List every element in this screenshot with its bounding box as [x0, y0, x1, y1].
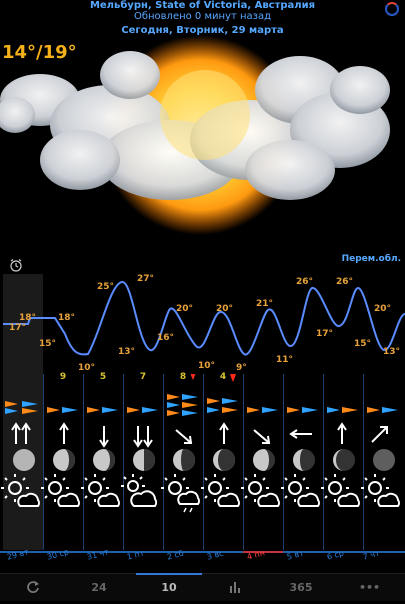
more-tab[interactable]: •••	[334, 574, 405, 601]
tab-24[interactable]: 24	[66, 574, 132, 601]
bar-chart-icon	[230, 582, 240, 593]
alert-marker-icon	[190, 374, 196, 380]
graph-label: 27°	[137, 274, 154, 284]
tab-10[interactable]: 10	[136, 574, 202, 601]
current-temperature: 14°/19°	[2, 42, 77, 63]
loading-ring-icon[interactable]	[385, 2, 399, 16]
graph-label: 13°	[118, 347, 135, 357]
alarm-clock-icon[interactable]	[9, 258, 23, 272]
active-tab-indicator	[136, 573, 202, 575]
graph-label: 13°	[383, 347, 400, 357]
moon-phase-icon	[13, 449, 395, 471]
graph-label: 21°	[256, 299, 273, 309]
graph-label: 17°	[316, 329, 333, 339]
wind-arrow-icon	[5, 394, 398, 416]
graph-label: 26°	[336, 277, 353, 287]
bottom-tab-bar: 24 10 365 •••	[0, 573, 405, 601]
refresh-icon	[27, 581, 39, 593]
graph-label: 20°	[374, 304, 391, 314]
sun-cloud-icon	[1, 474, 400, 513]
alert-marker-icon	[230, 374, 236, 382]
refresh-tab[interactable]	[0, 574, 66, 601]
graph-label: 18°	[58, 313, 75, 323]
graph-label: 18°	[19, 313, 36, 323]
temperature-graph: 18° 17° 15° 18° 10° 25° 13° 27° 16° 20° …	[3, 274, 405, 374]
daily-forecast: 9 5 7 8 4	[0, 372, 405, 550]
tab-365[interactable]: 365	[268, 574, 334, 601]
graph-label: 20°	[176, 304, 193, 314]
graph-label: 26°	[296, 277, 313, 287]
graph-label: 10°	[198, 361, 215, 371]
condition-label: Перем.обл.	[341, 254, 401, 264]
tab-chart[interactable]	[202, 574, 268, 601]
graph-label: 15°	[354, 339, 371, 349]
graph-label: 25°	[97, 282, 114, 292]
wind-direction-icon	[11, 422, 388, 448]
graph-label: 11°	[276, 355, 293, 365]
location-title[interactable]: Мельбурн, State of Victoria, Австралия	[0, 0, 405, 11]
graph-label: 17°	[9, 323, 26, 333]
graph-label: 15°	[39, 339, 56, 349]
graph-label: 20°	[216, 304, 233, 314]
daily-icons	[1, 374, 400, 513]
graph-label: 16°	[157, 333, 174, 343]
